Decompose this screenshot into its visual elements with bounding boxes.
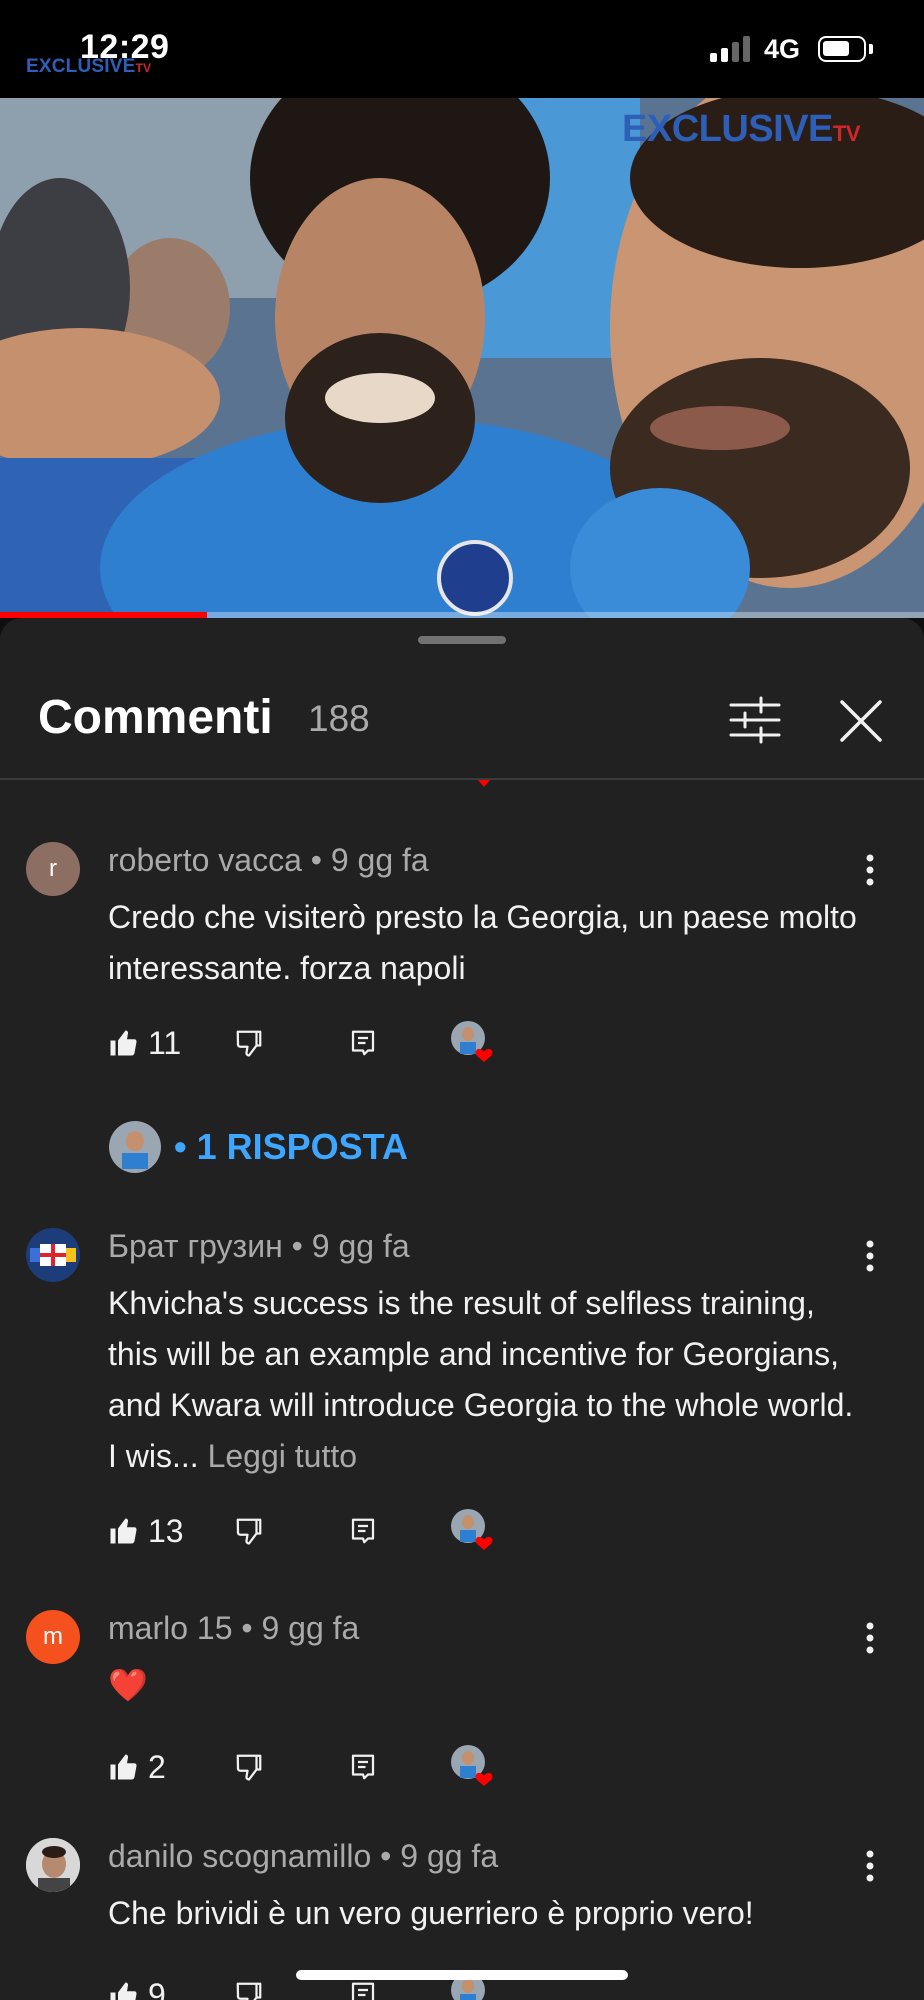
video-watermark: EXCLUSIVETV: [622, 108, 861, 150]
like-icon: [110, 1518, 137, 1544]
like-icon: [110, 1030, 137, 1056]
creator-heart-icon[interactable]: [450, 1020, 494, 1064]
like-button[interactable]: 9: [108, 1970, 166, 2000]
like-button[interactable]: 11: [108, 1018, 181, 1068]
battery-tip: [869, 44, 873, 54]
filter-icon[interactable]: [728, 696, 782, 744]
photo-avatar-icon: [26, 1838, 80, 1892]
dislike-button[interactable]: [234, 1018, 264, 1068]
comment-time: 9 gg fa: [400, 1838, 499, 1874]
flag-avatar-icon: [30, 1244, 76, 1266]
comment-text: Che brividi è un vero guerriero è propri…: [108, 1895, 754, 1931]
comment-author[interactable]: roberto vacca: [108, 842, 302, 878]
comment-actions: 13: [108, 1506, 808, 1556]
avatar[interactable]: m: [26, 1610, 80, 1664]
dislike-icon: [236, 1030, 262, 1057]
avatar[interactable]: r: [26, 842, 80, 896]
comment-text: ❤️: [108, 1667, 148, 1703]
comment-text: Khvicha's success is the result of selfl…: [108, 1285, 854, 1474]
read-more-link[interactable]: Leggi tutto: [208, 1438, 357, 1474]
video-player[interactable]: EXCLUSIVETV: [0, 98, 924, 618]
comment-author[interactable]: Брат грузин: [108, 1228, 283, 1264]
network-type: 4G: [764, 34, 801, 64]
comment-author[interactable]: marlo 15: [108, 1610, 233, 1646]
view-replies-button[interactable]: • 1 RISPOSTA: [108, 1120, 408, 1174]
reply-icon: [351, 1982, 375, 2000]
more-vert-icon[interactable]: [856, 850, 884, 890]
creator-heart-icon[interactable]: [450, 1744, 494, 1788]
dislike-icon: [236, 1982, 262, 2000]
more-vert-icon[interactable]: [856, 1618, 884, 1658]
creator-avatar: [109, 1121, 161, 1173]
like-button[interactable]: 13: [108, 1506, 184, 1556]
like-count: 11: [148, 1024, 182, 1061]
reply-button[interactable]: [348, 1742, 378, 1792]
like-count: 2: [148, 1748, 166, 1785]
comment-meta: roberto vacca • 9 gg fa: [108, 842, 429, 878]
battery-icon: [818, 36, 866, 62]
like-icon: [110, 1754, 137, 1780]
status-bar: EXCLUSIVETV 12:29 4G: [0, 0, 924, 98]
video-frame: [0, 98, 924, 618]
dislike-icon: [236, 1754, 262, 1781]
dislike-button[interactable]: [234, 1506, 264, 1556]
home-indicator[interactable]: [296, 1970, 628, 1980]
dislike-button[interactable]: [234, 1742, 264, 1792]
comment-actions: 11: [108, 1018, 808, 1068]
like-icon: [110, 1982, 137, 2000]
drag-handle[interactable]: [418, 636, 506, 644]
avatar[interactable]: [26, 1838, 80, 1892]
comment-meta: danilo scognamillo • 9 gg fa: [108, 1838, 499, 1874]
comment-time: 9 gg fa: [261, 1610, 360, 1646]
comment-author[interactable]: danilo scognamillo: [108, 1838, 371, 1874]
reply-icon: [351, 1518, 375, 1544]
reply-button[interactable]: [348, 1506, 378, 1556]
status-time: 12:29: [80, 28, 170, 66]
creator-heart-icon[interactable]: [450, 1508, 494, 1552]
more-vert-icon[interactable]: [856, 1236, 884, 1276]
comment-actions: 2: [108, 1742, 808, 1792]
dislike-button[interactable]: [234, 1970, 264, 2000]
dislike-icon: [236, 1518, 262, 1545]
close-icon[interactable]: [836, 696, 886, 746]
comments-count: 188: [308, 698, 370, 739]
replies-label: • 1 RISPOSTA: [174, 1126, 408, 1167]
like-count: 9: [148, 1976, 166, 2000]
scroll-marker-icon: [478, 780, 490, 787]
comment-meta: Брат грузин • 9 gg fa: [108, 1228, 410, 1264]
comment-text: Credo che visiterò presto la Georgia, un…: [108, 899, 857, 986]
reply-icon: [351, 1754, 375, 1780]
avatar[interactable]: [26, 1228, 80, 1282]
comment-meta: marlo 15 • 9 gg fa: [108, 1610, 360, 1646]
like-button[interactable]: 2: [108, 1742, 166, 1792]
signal-icon: [710, 36, 752, 62]
reply-button[interactable]: [348, 1018, 378, 1068]
comments-title: Commenti: [38, 691, 273, 744]
comment-time: 9 gg fa: [330, 842, 429, 878]
more-vert-icon[interactable]: [856, 1846, 884, 1886]
like-count: 13: [148, 1512, 184, 1549]
comment-time: 9 gg fa: [311, 1228, 410, 1264]
reply-icon: [351, 1030, 375, 1056]
header-divider: [0, 778, 924, 780]
